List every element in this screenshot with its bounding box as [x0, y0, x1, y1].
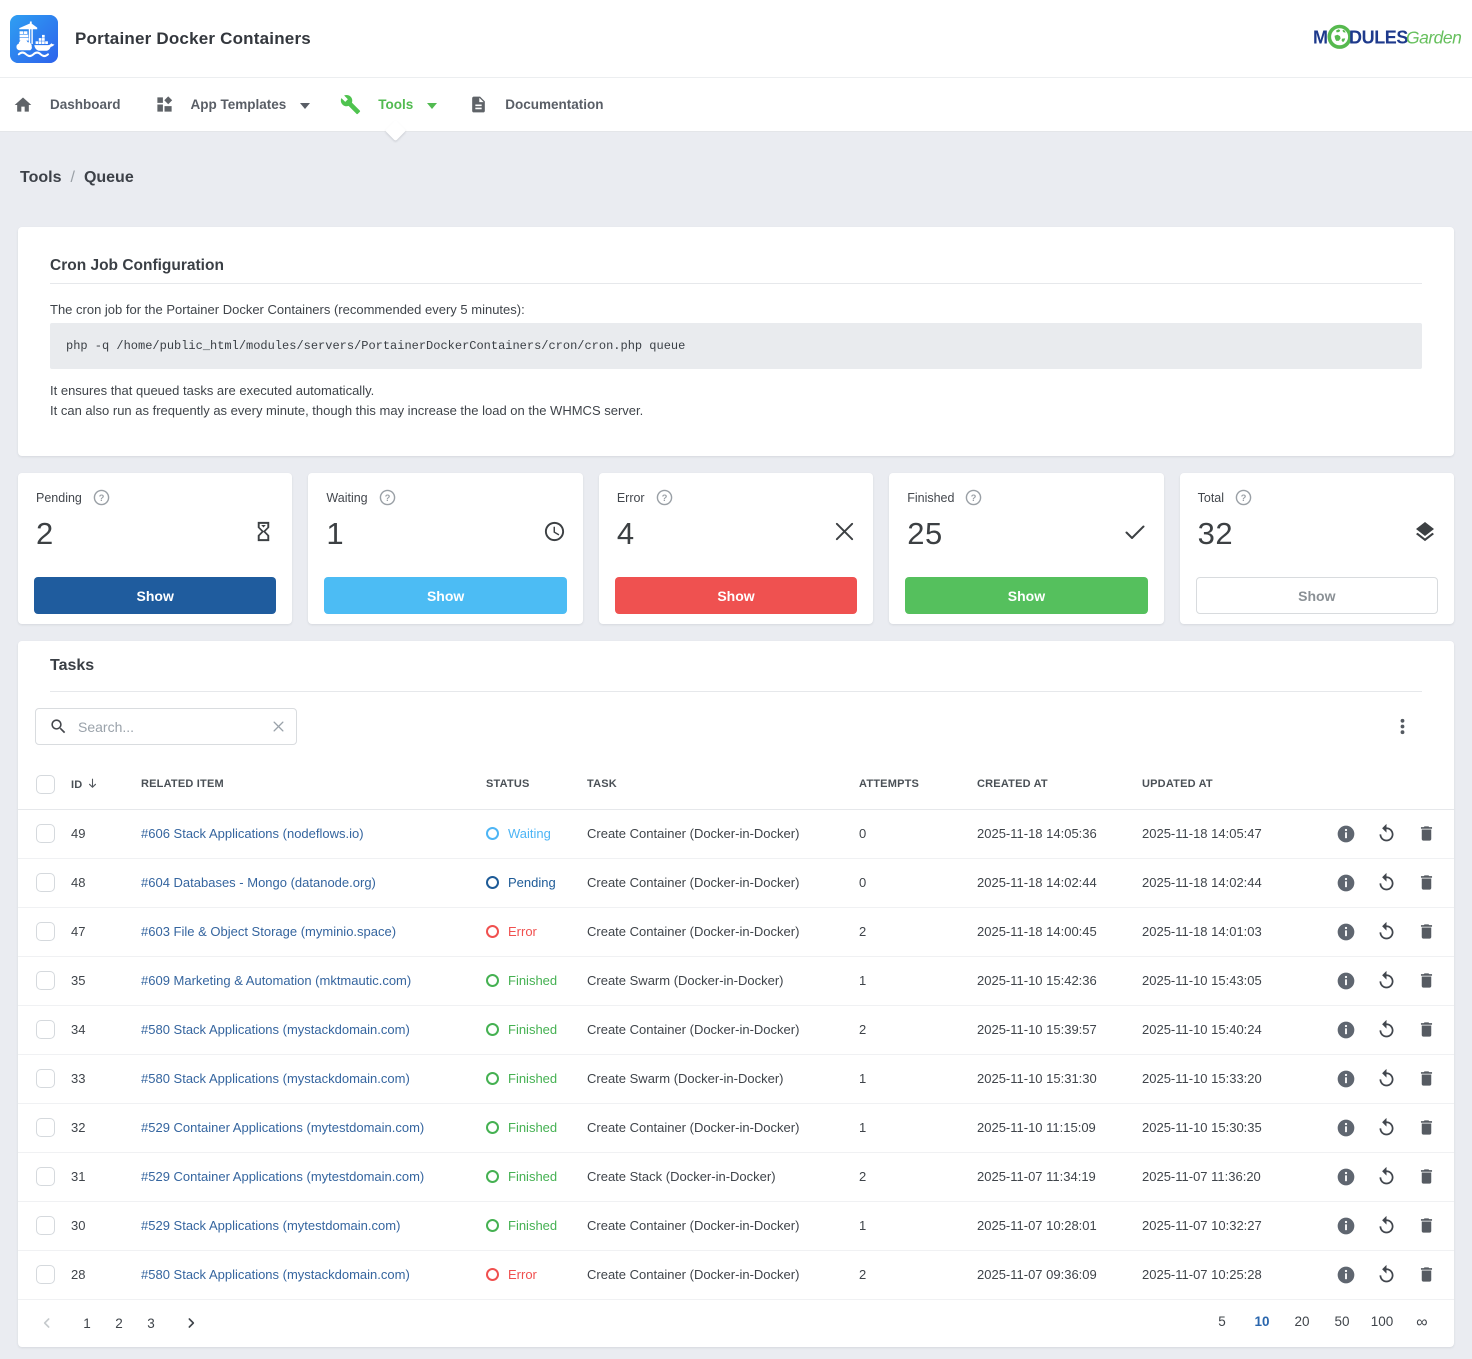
svg-text:DULES: DULES	[1349, 28, 1408, 48]
svg-text:?: ?	[1241, 493, 1247, 503]
svg-text:?: ?	[99, 493, 105, 503]
svg-text:?: ?	[661, 493, 667, 503]
svg-text:?: ?	[384, 493, 390, 503]
svg-text:Garden: Garden	[1406, 28, 1461, 48]
svg-text:?: ?	[971, 493, 977, 503]
svg-text:M: M	[1313, 28, 1328, 48]
